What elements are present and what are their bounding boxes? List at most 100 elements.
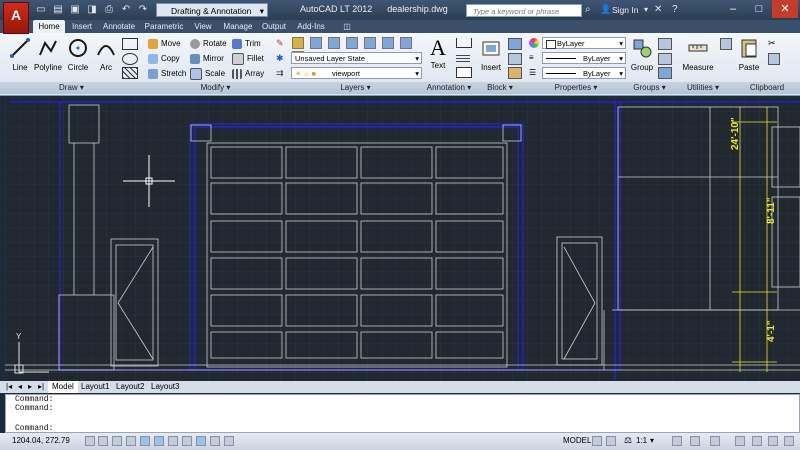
tab-home[interactable]: Home bbox=[33, 20, 65, 33]
toolbar-lock-icon[interactable] bbox=[735, 436, 745, 446]
app-menu-button[interactable]: A bbox=[3, 2, 29, 34]
sign-in-link[interactable]: Sign In bbox=[612, 5, 638, 15]
ribbon-minimize-icon[interactable]: ◫ bbox=[340, 20, 354, 33]
copy-button[interactable]: Copy bbox=[148, 52, 180, 65]
workspace-switching-icon[interactable] bbox=[710, 436, 720, 446]
minimize-button[interactable]: – bbox=[720, 0, 746, 18]
model-space-button[interactable]: MODEL bbox=[563, 436, 591, 445]
create-block-icon[interactable] bbox=[508, 38, 522, 50]
ungroup-icon[interactable] bbox=[658, 38, 672, 50]
scale-button[interactable]: Scale bbox=[190, 67, 225, 80]
annotation-scale-value[interactable]: 1:1 bbox=[636, 436, 647, 445]
clean-screen-icon[interactable] bbox=[784, 436, 794, 446]
ellipse-icon[interactable] bbox=[122, 53, 138, 65]
color-dropdown[interactable]: ByLayer ▾ bbox=[542, 37, 626, 49]
search-input[interactable]: Type a keyword or phrase bbox=[466, 4, 582, 17]
quick-calc-icon[interactable] bbox=[720, 38, 732, 50]
groups-panel-label[interactable]: Groups ▾ bbox=[627, 82, 673, 94]
measure-button[interactable]: Measure bbox=[678, 37, 718, 72]
properties-panel-label[interactable]: Properties ▾ bbox=[525, 82, 628, 94]
dynamic-ucs-toggle[interactable] bbox=[182, 436, 192, 446]
redo-icon[interactable]: ↷ bbox=[136, 4, 150, 16]
trim-button[interactable]: Trim bbox=[232, 37, 261, 50]
text-button[interactable]: A Text bbox=[424, 37, 452, 71]
tab-parametric[interactable]: Parametric bbox=[141, 20, 187, 33]
tab-annotate[interactable]: Annotate bbox=[100, 20, 138, 33]
drawing-canvas[interactable]: 24'-10" 8'-11" 4'-1" Y bbox=[5, 97, 800, 380]
tab-add-ins[interactable]: Add-Ins bbox=[294, 20, 328, 33]
save-as-icon[interactable]: ◨ bbox=[85, 4, 99, 16]
stretch-button[interactable]: Stretch bbox=[148, 67, 186, 80]
grid-display-toggle[interactable] bbox=[112, 436, 122, 446]
arc-button[interactable]: Arc bbox=[88, 37, 124, 72]
maximize-button[interactable]: □ bbox=[746, 0, 772, 18]
dynamic-input-toggle[interactable] bbox=[196, 436, 206, 446]
tab-layout2[interactable]: Layout2 bbox=[112, 381, 148, 393]
save-icon[interactable]: ▣ bbox=[68, 4, 82, 16]
layer-isolate-icon[interactable] bbox=[328, 37, 340, 49]
command-input[interactable]: Command: bbox=[6, 424, 799, 433]
plot-icon[interactable]: ⎙ bbox=[102, 4, 116, 16]
prev-layout-icon[interactable]: ◂ bbox=[18, 381, 22, 393]
tab-model[interactable]: Model bbox=[48, 381, 78, 393]
layer-properties-icon[interactable] bbox=[292, 37, 304, 49]
next-layout-icon[interactable]: ▸ bbox=[28, 381, 32, 393]
tab-manage[interactable]: Manage bbox=[220, 20, 256, 33]
linetype-dropdown[interactable]: ByLayer ▾ bbox=[542, 52, 626, 64]
layer-match-icon[interactable] bbox=[400, 37, 412, 49]
polar-tracking-toggle[interactable] bbox=[140, 436, 150, 446]
object-snap-toggle[interactable] bbox=[154, 436, 164, 446]
new-file-icon[interactable]: ▭ bbox=[34, 4, 48, 16]
lineweight-dropdown[interactable]: ByLayer ▾ bbox=[542, 67, 626, 79]
snap-mode-toggle[interactable] bbox=[98, 436, 108, 446]
rotate-button[interactable]: Rotate bbox=[190, 37, 227, 50]
object-snap-tracking-toggle[interactable] bbox=[168, 436, 178, 446]
layer-lock-icon[interactable] bbox=[382, 37, 394, 49]
mirror-button[interactable]: Mirror bbox=[190, 52, 224, 65]
copy-clip-icon[interactable] bbox=[768, 53, 780, 65]
move-button[interactable]: Move bbox=[148, 37, 181, 50]
draw-panel-label[interactable]: Draw ▾ bbox=[0, 82, 144, 94]
edit-block-icon[interactable] bbox=[508, 53, 522, 65]
paste-button[interactable]: Paste bbox=[736, 37, 762, 72]
match-properties-icon[interactable] bbox=[529, 38, 539, 48]
last-layout-icon[interactable]: ▸| bbox=[38, 381, 44, 393]
drawing-svg[interactable]: 24'-10" 8'-11" 4'-1" Y bbox=[5, 97, 800, 380]
layer-dropdown[interactable]: ☀ ☼ ■ viewport ▾ bbox=[291, 67, 422, 79]
group-edit-icon[interactable] bbox=[658, 53, 672, 65]
clipboard-panel-label[interactable]: Clipboard bbox=[734, 82, 800, 94]
command-window[interactable]: Command: Command: Command: bbox=[5, 394, 800, 433]
array-button[interactable]: Array bbox=[232, 67, 264, 80]
dimension-icon[interactable] bbox=[456, 38, 472, 48]
tab-insert[interactable]: Insert bbox=[66, 20, 98, 33]
annotation-panel-label[interactable]: Annotation ▾ bbox=[423, 82, 476, 94]
quick-view-drawings-icon[interactable] bbox=[606, 436, 616, 446]
hardware-acceleration-icon[interactable] bbox=[752, 436, 762, 446]
quick-view-layouts-icon[interactable] bbox=[592, 436, 602, 446]
close-button[interactable]: ✕ bbox=[772, 0, 798, 18]
open-file-icon[interactable]: ▤ bbox=[51, 4, 65, 16]
workspace-dropdown[interactable]: Drafting & Annotation ▾ bbox=[156, 3, 268, 17]
rectangle-icon[interactable] bbox=[122, 38, 138, 50]
sign-in-dropdown-icon[interactable]: ▾ bbox=[644, 5, 648, 14]
undo-icon[interactable]: ↶ bbox=[119, 4, 133, 16]
erase-icon[interactable]: ✎ bbox=[276, 38, 284, 49]
tab-layout3[interactable]: Layout3 bbox=[147, 381, 183, 393]
cut-icon[interactable]: ✂ bbox=[768, 38, 776, 49]
tab-output[interactable]: Output bbox=[258, 20, 290, 33]
layer-freeze-icon[interactable] bbox=[346, 37, 358, 49]
first-layout-icon[interactable]: |◂ bbox=[6, 381, 12, 393]
lineweight-toggle[interactable] bbox=[210, 436, 220, 446]
chevron-down-icon[interactable]: ▾ bbox=[650, 436, 654, 445]
layer-off-icon[interactable] bbox=[364, 37, 376, 49]
modify-panel-label[interactable]: Modify ▾ bbox=[143, 82, 289, 94]
isolate-objects-icon[interactable] bbox=[768, 436, 778, 446]
coordinates-readout[interactable]: 1204.04, 272.79 bbox=[12, 436, 70, 445]
leader-icon[interactable] bbox=[456, 53, 470, 62]
infer-constraints-toggle[interactable] bbox=[85, 436, 95, 446]
group-button[interactable]: Group bbox=[628, 37, 656, 72]
explode-icon[interactable]: ✱ bbox=[276, 53, 284, 64]
layer-state-icon[interactable] bbox=[310, 37, 322, 49]
hatch-icon[interactable] bbox=[122, 67, 138, 79]
block-panel-label[interactable]: Block ▾ bbox=[475, 82, 526, 94]
